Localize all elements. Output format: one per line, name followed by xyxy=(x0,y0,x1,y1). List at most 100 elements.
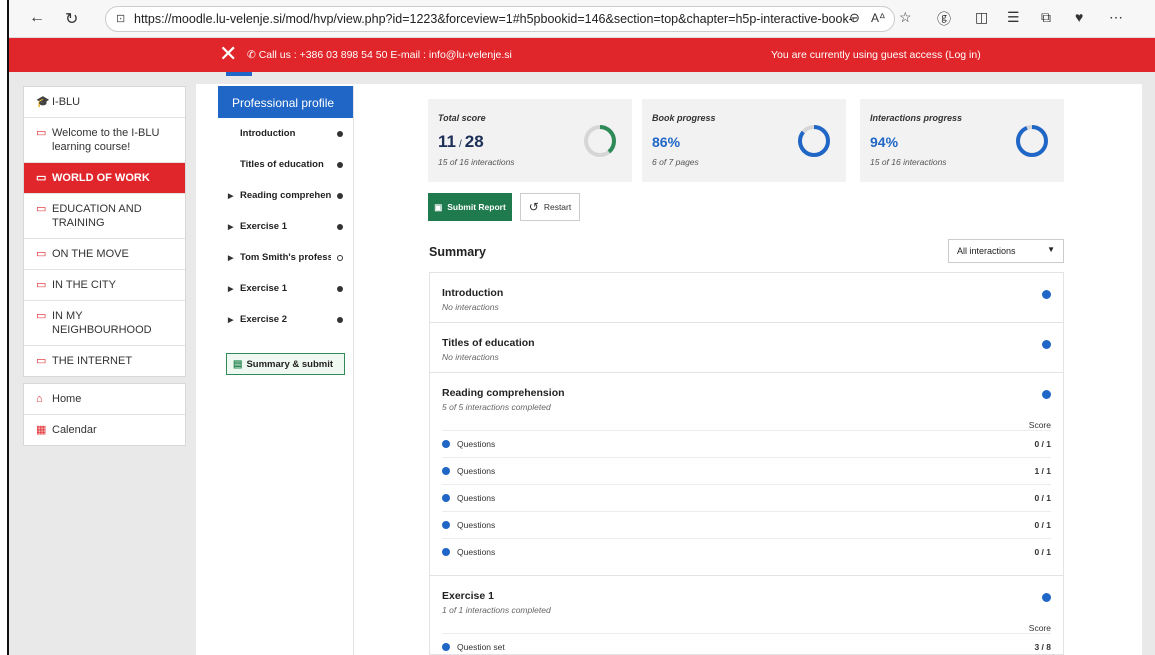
chapter-status-icon xyxy=(337,130,343,137)
interaction-row[interactable]: Questions 0 / 1 xyxy=(442,538,1051,565)
window-edge xyxy=(0,0,9,655)
interaction-status-icon xyxy=(442,494,450,502)
calendar-icon: ▦ xyxy=(36,424,47,436)
folder-icon: ▭ xyxy=(36,248,47,260)
interaction-status-icon xyxy=(442,440,450,448)
total-score-card: Total score 11/28 15 of 16 interactions xyxy=(428,99,632,182)
folder-icon: ▭ xyxy=(36,127,47,139)
guest-access-notice[interactable]: You are currently using guest access (Lo… xyxy=(771,49,981,61)
folder-icon: ▭ xyxy=(36,172,47,184)
sidebar-item-home[interactable]: ⌂ Home xyxy=(24,384,185,415)
summary-submit-link[interactable]: ▤ Summary & submit xyxy=(226,353,345,375)
summary-title: Summary xyxy=(429,245,486,259)
book-title: Professional profile xyxy=(218,86,353,118)
collections-icon[interactable]: ⧉ xyxy=(1041,9,1051,26)
interaction-row[interactable]: Questions 0 / 1 xyxy=(442,430,1051,457)
interactions-progress-value: 94% xyxy=(870,134,899,150)
chapter-status-icon xyxy=(337,192,343,199)
interaction-status-icon xyxy=(442,467,450,475)
section-status-icon xyxy=(1042,390,1051,399)
course-sidebar: 🎓 I-BLU ▭ Welcome to the I-BLU learning co… xyxy=(23,86,186,446)
address-bar[interactable]: ⊡ https://moodle.lu-velenje.si/mod/hvp/v… xyxy=(105,6,895,32)
read-aloud-icon[interactable]: Aᐞ xyxy=(871,11,886,25)
favorite-icon[interactable]: ☆ xyxy=(899,9,912,26)
split-icon[interactable]: ◫ xyxy=(975,9,988,26)
chapter-status-icon xyxy=(337,161,343,168)
book-progress-ring xyxy=(798,125,830,157)
sidebar-item-welcome[interactable]: ▭ Welcome to the I-BLU learning course! xyxy=(24,118,185,163)
sidebar-item-education[interactable]: ▭ EDUCATION AND TRAINING xyxy=(24,194,185,239)
restart-icon: ↺ xyxy=(528,200,539,214)
interactions-progress-card: Interactions progress 94% 15 of 16 inter… xyxy=(860,99,1064,182)
chapter-item[interactable]: ▶ Exercise 1 xyxy=(218,273,353,304)
submit-icon: ▣ xyxy=(434,201,443,212)
extensions-icon[interactable]: ⓖ xyxy=(937,9,951,29)
favorites-icon[interactable]: ☰ xyxy=(1007,9,1020,26)
lock-icon[interactable]: ⊡ xyxy=(116,12,125,25)
chapter-status-icon xyxy=(337,285,343,292)
folder-icon: ▭ xyxy=(36,355,47,367)
expand-icon[interactable]: ▶ xyxy=(228,192,240,200)
folder-icon: ▭ xyxy=(36,279,47,291)
browser-toolbar: ← ↻ ⊡ https://moodle.lu-velenje.si/mod/h… xyxy=(9,0,1155,38)
book-progress-value: 86% xyxy=(652,134,681,150)
phone-icon: ✆ xyxy=(247,49,259,61)
url-text[interactable]: https://moodle.lu-velenje.si/mod/hvp/vie… xyxy=(134,12,854,26)
interactions-filter-select[interactable]: All interactions ▼ xyxy=(948,239,1064,263)
section-status-icon xyxy=(1042,593,1051,602)
summary-section[interactable]: Introduction No interactions xyxy=(430,273,1063,323)
total-score-value: 11/28 xyxy=(438,132,484,151)
folder-icon: ▭ xyxy=(36,203,47,215)
document-icon: ▤ xyxy=(233,358,243,370)
sidebar-item-world-of-work[interactable]: ▭ WORLD OF WORK xyxy=(24,163,185,194)
chapter-item[interactable]: ▶ Exercise 1 xyxy=(218,211,353,242)
sidebar-item-neighbourhood[interactable]: ▭ IN MY NEIGHBOURHOOD xyxy=(24,301,185,346)
sidebar-item-iblu[interactable]: 🎓 I-BLU xyxy=(24,87,185,118)
site-header: ✕ ✆ Call us : +386 03 898 54 50 E-mail :… xyxy=(9,38,1155,72)
sidebar-item-on-the-move[interactable]: ▭ ON THE MOVE xyxy=(24,239,185,270)
book-progress-card: Book progress 86% 6 of 7 pages xyxy=(642,99,846,182)
chapter-status-icon xyxy=(337,254,343,261)
expand-icon[interactable]: ▶ xyxy=(228,254,240,262)
interaction-row[interactable]: Questions 1 / 1 xyxy=(442,457,1051,484)
more-icon[interactable]: ⋯ xyxy=(1109,9,1123,26)
chevron-down-icon: ▼ xyxy=(1047,245,1055,254)
total-score-ring xyxy=(584,125,616,157)
back-icon[interactable]: ← xyxy=(29,9,45,27)
refresh-icon[interactable]: ↻ xyxy=(65,9,78,29)
chapter-item[interactable]: ▶ Exercise 2 xyxy=(218,304,353,335)
menu-toggle[interactable] xyxy=(226,72,252,76)
chapter-item[interactable]: ▶ Reading comprehen... xyxy=(218,180,353,211)
chapter-item[interactable]: Introduction xyxy=(218,118,353,149)
interaction-row[interactable]: Questions 0 / 1 xyxy=(442,484,1051,511)
zoom-icon[interactable]: ⊖ xyxy=(849,10,860,26)
chapter-status-icon xyxy=(337,316,343,323)
interaction-row[interactable]: Question set 3 / 8 xyxy=(442,633,1051,654)
summary-list: Introduction No interactions Titles of e… xyxy=(429,272,1064,655)
score-column-header: Score xyxy=(1028,420,1051,430)
summary-section[interactable]: Titles of education No interactions xyxy=(430,323,1063,373)
interaction-status-icon xyxy=(442,643,450,651)
chapter-item[interactable]: Titles of education xyxy=(218,149,353,180)
section-status-icon xyxy=(1042,340,1051,349)
interaction-row[interactable]: Questions 0 / 1 xyxy=(442,511,1051,538)
expand-icon[interactable]: ▶ xyxy=(228,285,240,293)
course-sections: 🎓 I-BLU ▭ Welcome to the I-BLU learning co… xyxy=(23,86,186,377)
expand-icon[interactable]: ▶ xyxy=(228,223,240,231)
folder-icon: ▭ xyxy=(36,310,47,322)
restart-button[interactable]: ↺ Restart xyxy=(520,193,580,221)
score-column-header: Score xyxy=(1028,623,1051,633)
summary-section[interactable]: Reading comprehension 5 of 5 interaction… xyxy=(430,373,1063,576)
interaction-status-icon xyxy=(442,521,450,529)
expand-icon[interactable]: ▶ xyxy=(228,316,240,324)
close-icon[interactable]: ✕ xyxy=(219,41,237,67)
summary-section[interactable]: Exercise 1 1 of 1 interactions completed… xyxy=(430,576,1063,654)
home-icon: ⌂ xyxy=(36,393,43,405)
sidebar-item-in-the-city[interactable]: ▭ IN THE CITY xyxy=(24,270,185,301)
chapter-item[interactable]: ▶ Tom Smith's profess... xyxy=(218,242,353,273)
submit-report-button[interactable]: ▣ Submit Report xyxy=(428,193,512,221)
interaction-status-icon xyxy=(442,548,450,556)
health-icon[interactable]: ♥ xyxy=(1075,9,1083,25)
sidebar-item-calendar[interactable]: ▦ Calendar xyxy=(24,415,185,445)
sidebar-item-internet[interactable]: ▭ THE INTERNET xyxy=(24,346,185,376)
